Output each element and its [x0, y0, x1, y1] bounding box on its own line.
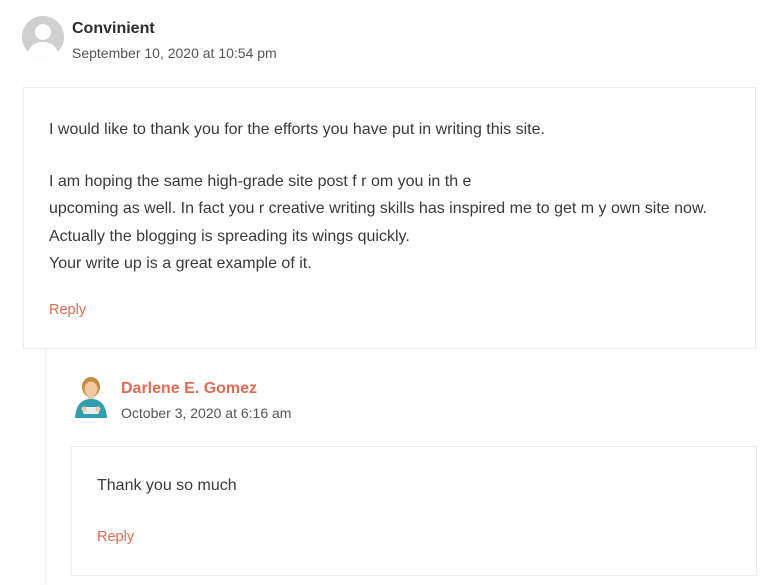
comment-paragraph: I would like to thank you for the effort…	[49, 121, 545, 138]
comment-author[interactable]: Convinient	[72, 20, 155, 38]
comment-date[interactable]: September 10, 2020 at 10:54 pm	[72, 45, 277, 61]
thread-indent-line	[45, 349, 46, 585]
reply-link[interactable]: Reply	[49, 302, 86, 318]
comment-date[interactable]: October 3, 2020 at 6:16 am	[121, 405, 291, 421]
comment-paragraph: Actually the blogging is spreading its w…	[49, 227, 410, 245]
comment-paragraph: upcoming as well. In fact you r creative…	[49, 200, 708, 217]
default-user-icon	[22, 16, 64, 58]
comment-paragraph: I am hoping the same high-grade site pos…	[49, 172, 472, 190]
woman-avatar-icon	[72, 374, 110, 418]
comment-paragraph: Your write up is a great example of it.	[49, 255, 312, 272]
comment-card: I would like to thank you for the effort…	[23, 87, 756, 349]
comment-card: Thank you so much Reply	[71, 446, 757, 576]
comment-author[interactable]: Darlene E. Gomez	[121, 380, 257, 398]
reply-link[interactable]: Reply	[97, 529, 134, 545]
comment-body: I would like to thank you for the effort…	[49, 116, 707, 278]
comment-body: Thank you so much	[97, 477, 237, 494]
